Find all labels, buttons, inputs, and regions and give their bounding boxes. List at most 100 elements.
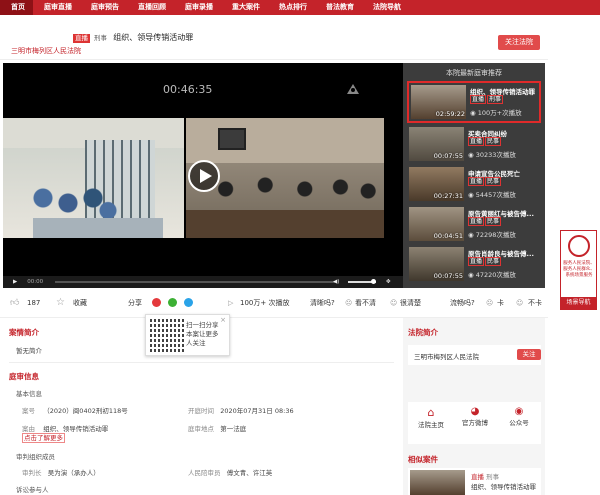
nav-court[interactable]: 法院导航 (362, 0, 409, 15)
recommend-item[interactable]: 00:27:31 申请宣告公民死亡 直播 民事 ◉ 54457次播放 (407, 165, 541, 203)
star-icon[interactable]: ☆ (56, 297, 65, 308)
court-card-name[interactable]: 三明市梅列区人民法院 (414, 351, 479, 361)
progress-bar[interactable] (55, 281, 335, 283)
wechat-share-icon[interactable] (168, 298, 177, 307)
nav-major[interactable]: 重大案件 (221, 0, 268, 15)
place-label: 庭审地点 (188, 425, 214, 433)
lag-icon[interactable]: ☹ (486, 299, 493, 307)
play-button[interactable] (188, 160, 220, 192)
play-icon (200, 169, 212, 183)
badge-nav-button[interactable]: 场景导航 (561, 297, 596, 309)
weibo-share-icon[interactable] (152, 298, 161, 307)
video-thumbnail: 00:04:51 (409, 207, 464, 241)
video-timestamp: 00:46:35 (163, 83, 213, 96)
live-tag: 直播 (73, 34, 90, 43)
video-controls: ▶ 00:00 ◀) ✥ (3, 276, 403, 288)
play-count: 100万+ 次播放 (240, 298, 289, 308)
tag: 民事 (485, 177, 502, 186)
tag: 直播 (471, 473, 484, 481)
recommend-item[interactable]: 00:07:55 买卖合同纠纷 直播 民事 ◉ 30233次播放 (407, 125, 541, 163)
tag: 直播 (468, 177, 485, 186)
play-count-value: 100万+ (240, 298, 267, 307)
recommend-item[interactable]: 00:07:55 原告肖龄良与被告傅... 直播 民事 ◉ 47220次播放 (407, 245, 541, 283)
tag: 直播 (470, 95, 487, 104)
qq-share-icon[interactable] (184, 298, 193, 307)
blurry-option[interactable]: 看不清 (355, 298, 376, 308)
like-icon[interactable]: 👍︎ (10, 298, 19, 308)
service-badge[interactable]: 服务人民法院、服务人民群众、系统场景服务 场景导航 (560, 230, 597, 310)
no-lag-option[interactable]: 不卡 (528, 298, 542, 308)
nav-hot[interactable]: 热点排行 (268, 0, 315, 15)
video-thumbnail: 00:07:55 (409, 127, 464, 161)
tag: 刑事 (487, 95, 504, 104)
court-home-link[interactable]: ⌂ 法院主页 (416, 406, 446, 429)
recommend-item[interactable]: 00:04:51 原告黄丽红与被告傅... 直播 民事 ◉ 72298次播放 (407, 205, 541, 243)
nav-law-edu[interactable]: 普法教育 (315, 0, 362, 15)
reason-label: 案由 (22, 425, 35, 433)
logo-icon (347, 84, 359, 94)
related-title: 相似案件 (408, 455, 438, 464)
related-item[interactable]: 直播 刑事 组织、领导传销活动罪 (408, 468, 541, 495)
case-title: 组织、领导传销活动罪 (113, 33, 194, 42)
weibo-link[interactable]: ◕ 官方微博 (460, 406, 490, 427)
court-card: 三明市梅列区人民法院 关注 (408, 345, 541, 365)
participants-label: 诉讼参与人 (16, 486, 49, 494)
clear-icon[interactable]: ☺ (390, 299, 397, 307)
court-links: ⌂ 法院主页 ◕ 官方微博 ◉ 公众号 (408, 402, 541, 444)
share-label: 分享 (128, 298, 142, 307)
divider (9, 362, 394, 363)
views: 30233次播放 (475, 151, 516, 159)
play-control-icon[interactable]: ▶ (13, 279, 17, 285)
video-thumbnail: 02:59:22 (411, 85, 466, 119)
weibo-label: 官方微博 (462, 419, 488, 427)
learn-more-link[interactable]: 点击了解更多 (22, 433, 65, 443)
tag: 刑事 (486, 473, 500, 481)
weibo-icon: ◕ (470, 406, 480, 417)
follow-court-button[interactable]: 关注法院 (498, 35, 540, 50)
court-intro-title: 法院简介 (408, 328, 438, 337)
open-time: 2020年07月31日 08:36 (220, 407, 294, 415)
wechat-label: 公众号 (509, 419, 529, 427)
blur-icon[interactable]: ☹ (345, 299, 352, 307)
volume-icon[interactable]: ◀) (333, 279, 339, 285)
lag-option[interactable]: 卡 (497, 298, 504, 308)
nav-review[interactable]: 直播回顾 (127, 0, 174, 15)
tag: 直播 (468, 257, 485, 266)
video-player[interactable]: 00:46:35 ▶ 00:00 ◀) ✥ (3, 63, 403, 288)
recommend-item[interactable]: 02:59:22 组织、领导传销活动罪 直播 刑事 ◉ 100万+次播放 (407, 81, 541, 123)
close-icon[interactable]: × (220, 316, 226, 324)
place: 第一法庭 (220, 425, 247, 433)
wechat-link[interactable]: ◉ 公众号 (504, 406, 534, 427)
nav-recorded[interactable]: 庭审录播 (174, 0, 221, 15)
like-count: 187 (27, 298, 41, 307)
top-nav: 首页 庭审直播 庭审预告 直播回顾 庭审录播 重大案件 热点排行 普法教育 法院… (0, 0, 600, 15)
court-name[interactable]: 三明市梅列区人民法院 (11, 46, 81, 56)
eye-icon: ◉ (470, 109, 478, 117)
nav-home[interactable]: 首页 (0, 0, 33, 15)
play-count-suffix: 次播放 (268, 298, 290, 307)
juror-label: 人民陪审员 (188, 469, 221, 477)
no-lag-icon[interactable]: ☺ (516, 299, 523, 307)
tag: 民事 (485, 137, 502, 146)
collect-button[interactable]: 收藏 (73, 298, 87, 308)
reason: 组织、领导传销活动罪 (43, 425, 109, 433)
follow-button[interactable]: 关注 (517, 349, 541, 360)
qr-pattern (150, 318, 184, 352)
eye-icon: ◉ (468, 191, 476, 199)
views: 100万+次播放 (477, 109, 522, 117)
members-label: 审判组织成员 (16, 453, 55, 461)
basic-info-label: 基本信息 (16, 390, 42, 398)
info-title: 庭审信息 (9, 372, 39, 381)
smooth-question: 流畅吗? (450, 298, 475, 307)
nav-live[interactable]: 庭审直播 (33, 0, 80, 15)
case-title-row: 直播 刑事 组织、领导传销活动罪 (73, 32, 193, 43)
views: 54457次播放 (475, 191, 516, 199)
fullscreen-icon[interactable]: ✥ (386, 279, 391, 285)
case-header: 直播 刑事 组织、领导传销活动罪 三明市梅列区人民法院 关注法院 (0, 15, 548, 60)
volume-slider[interactable] (348, 279, 376, 284)
tag: 直播 (468, 137, 485, 146)
badge-text: 服务人民法院、服务人民群众、系统场景服务 (563, 261, 595, 278)
nav-preview[interactable]: 庭审预告 (80, 0, 127, 15)
clear-option[interactable]: 很清楚 (400, 298, 421, 308)
qr-text: 扫一扫分享本案让更多人关注 (186, 321, 219, 347)
